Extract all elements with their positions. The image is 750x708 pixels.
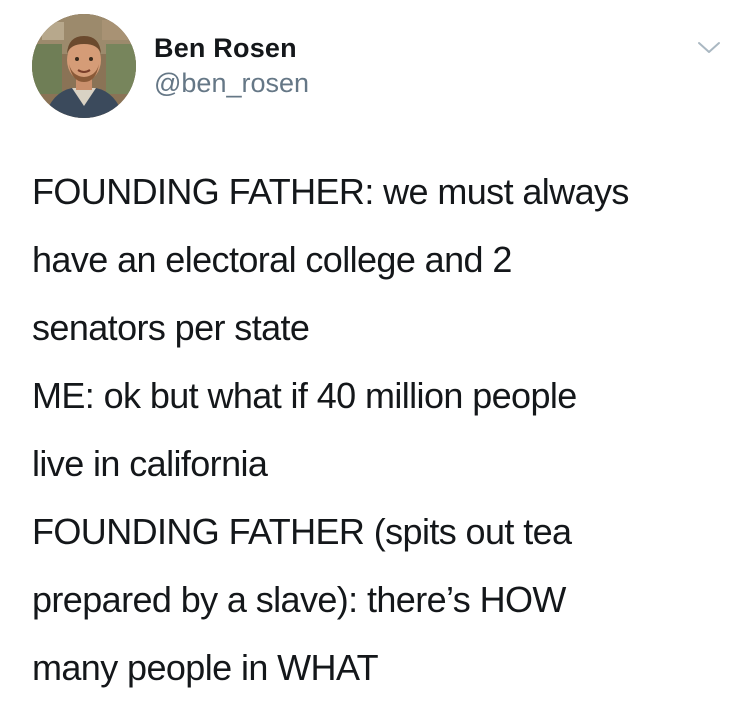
user-handle[interactable]: @ben_rosen bbox=[154, 66, 309, 100]
avatar[interactable] bbox=[32, 14, 136, 118]
tweet-card: Ben Rosen @ben_rosen FOUNDING FATHER: we… bbox=[0, 0, 750, 708]
tweet-header: Ben Rosen @ben_rosen bbox=[32, 14, 722, 118]
tweet-paragraph-3: FOUNDING FATHER (spits out tea prepared … bbox=[32, 511, 572, 688]
avatar-image bbox=[32, 14, 136, 118]
tweet-paragraph-2: ME: ok but what if 40 million people liv… bbox=[32, 375, 577, 484]
chevron-down-icon[interactable] bbox=[696, 38, 722, 58]
tweet-paragraph-1: FOUNDING FATHER: we must always have an … bbox=[32, 171, 629, 348]
user-names: Ben Rosen @ben_rosen bbox=[154, 32, 309, 100]
tweet-text: FOUNDING FATHER: we must always have an … bbox=[32, 158, 722, 702]
display-name[interactable]: Ben Rosen bbox=[154, 32, 309, 64]
